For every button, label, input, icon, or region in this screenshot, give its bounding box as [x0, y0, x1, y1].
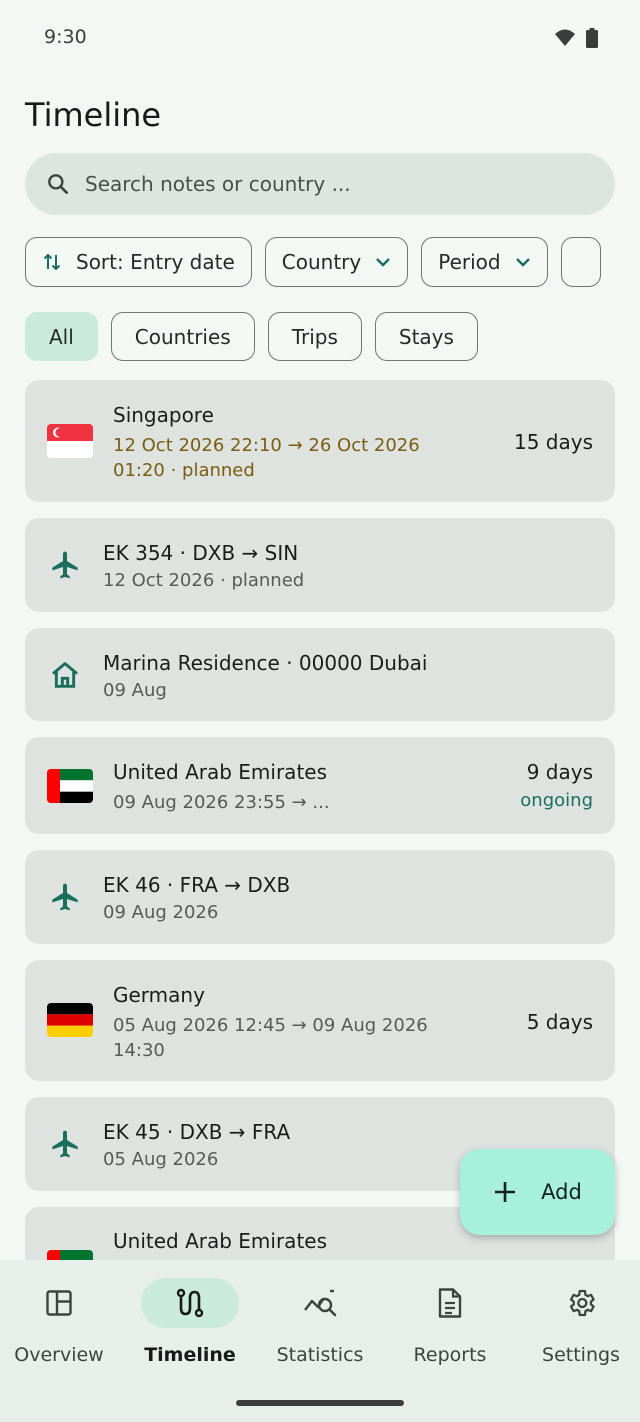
status-bar: 9:30 [0, 0, 640, 80]
item-title: Marina Residence · 00000 Dubai [103, 651, 428, 675]
nav-statistics[interactable]: Statistics [255, 1278, 385, 1366]
item-title: United Arab Emirates [113, 1229, 328, 1253]
type-chip-row: All Countries Trips Stays [25, 312, 478, 361]
chip-countries[interactable]: Countries [110, 312, 255, 361]
country-chip-label: Country [281, 250, 362, 274]
chip-label: Stays [398, 324, 454, 349]
item-dates: 12 Oct 2026 22:10 → 26 Oct 2026 [113, 435, 420, 456]
home-indicator[interactable] [236, 1400, 404, 1406]
house-icon [52, 662, 78, 688]
item-date: 09 Aug 2026 [103, 902, 219, 923]
period-filter-chip[interactable]: Period [421, 237, 548, 287]
item-dates-cont: 01:20 · planned [113, 460, 255, 481]
battery-icon [586, 28, 598, 48]
nav-label: Reports [413, 1344, 487, 1366]
timeline-item-country[interactable]: Germany 05 Aug 2026 12:45 → 09 Aug 2026 … [25, 960, 615, 1081]
item-dates: 05 Aug 2026 12:45 → 09 Aug 2026 [113, 1015, 428, 1036]
germany-flag-icon [47, 1003, 93, 1037]
overview-icon [46, 1290, 72, 1316]
timeline-list[interactable]: Singapore 12 Oct 2026 22:10 → 26 Oct 202… [25, 380, 615, 1260]
search-icon [48, 174, 68, 194]
search-input[interactable] [85, 172, 565, 196]
airplane-icon [52, 883, 78, 911]
sort-icon [43, 253, 61, 271]
singapore-flag-icon [47, 424, 93, 458]
chip-all[interactable]: All [25, 312, 98, 361]
reports-icon [438, 1288, 462, 1318]
add-button-label: Add [541, 1180, 582, 1204]
bottom-navigation: Overview Timeline Statistics Reports Set… [0, 1260, 640, 1422]
wifi-icon [555, 29, 575, 46]
nav-settings[interactable]: Settings [516, 1278, 640, 1366]
item-duration: 5 days [526, 1010, 593, 1034]
country-filter-chip[interactable]: Country [264, 237, 409, 287]
nav-overview[interactable]: Overview [0, 1278, 124, 1366]
item-duration: 15 days [513, 430, 593, 454]
item-title: Singapore [113, 403, 214, 427]
chip-trips[interactable]: Trips [267, 312, 362, 361]
timeline-item-flight[interactable]: EK 354 · DXB → SIN 12 Oct 2026 · planned [25, 518, 615, 612]
timeline-item-flight[interactable]: EK 46 · FRA → DXB 09 Aug 2026 [25, 850, 615, 944]
timeline-icon [176, 1288, 204, 1318]
statistics-icon [304, 1289, 337, 1317]
chip-label: Trips [291, 324, 338, 349]
item-date: 05 Aug 2026 [103, 1149, 219, 1170]
search-bar[interactable] [25, 153, 615, 215]
chevron-down-icon [515, 258, 530, 267]
nav-label: Overview [14, 1344, 104, 1366]
timeline-item-stay[interactable]: Marina Residence · 00000 Dubai 09 Aug [25, 628, 615, 721]
airplane-icon [52, 551, 78, 579]
filter-chip-row: Sort: Entry date Country Period [25, 237, 640, 287]
status-time: 9:30 [44, 26, 87, 48]
item-dates: 09 Aug 2026 23:55 → ... [113, 792, 330, 813]
item-title: EK 45 · DXB → FRA [103, 1120, 291, 1144]
plus-icon [495, 1182, 516, 1202]
page-title: Timeline [25, 96, 162, 134]
item-title: Germany [113, 983, 205, 1007]
timeline-item-country[interactable]: United Arab Emirates 09 Aug 2026 23:55 →… [25, 737, 615, 834]
item-title: EK 354 · DXB → SIN [103, 541, 299, 565]
add-button[interactable]: Add [460, 1149, 615, 1235]
settings-icon [569, 1289, 595, 1317]
timeline-item-country[interactable]: Singapore 12 Oct 2026 22:10 → 26 Oct 202… [25, 380, 615, 502]
item-duration: 9 days [526, 760, 593, 784]
chevron-down-icon [376, 258, 391, 267]
item-title: EK 46 · FRA → DXB [103, 873, 291, 897]
sort-chip-label: Sort: Entry date [76, 250, 235, 274]
nav-reports[interactable]: Reports [385, 1278, 515, 1366]
sort-chip[interactable]: Sort: Entry date [25, 237, 252, 287]
chip-label: All [49, 324, 74, 349]
item-title: United Arab Emirates [113, 760, 328, 784]
more-filter-chip[interactable] [560, 237, 601, 287]
nav-timeline[interactable]: Timeline [125, 1278, 255, 1366]
nav-label: Timeline [144, 1344, 236, 1366]
status-badge: ongoing [520, 790, 593, 811]
chip-stays[interactable]: Stays [374, 312, 478, 361]
nav-label: Statistics [276, 1344, 364, 1366]
item-dates-cont: 14:30 [113, 1040, 165, 1061]
nav-label: Settings [542, 1344, 620, 1366]
item-date: 12 Oct 2026 · planned [103, 570, 305, 591]
item-date: 09 Aug [103, 680, 167, 701]
chip-label: Countries [134, 324, 231, 349]
uae-flag-icon [47, 769, 93, 803]
status-icons [554, 28, 598, 48]
uae-flag-icon [47, 1250, 93, 1260]
airplane-icon [52, 1130, 78, 1158]
period-chip-label: Period [438, 250, 501, 274]
